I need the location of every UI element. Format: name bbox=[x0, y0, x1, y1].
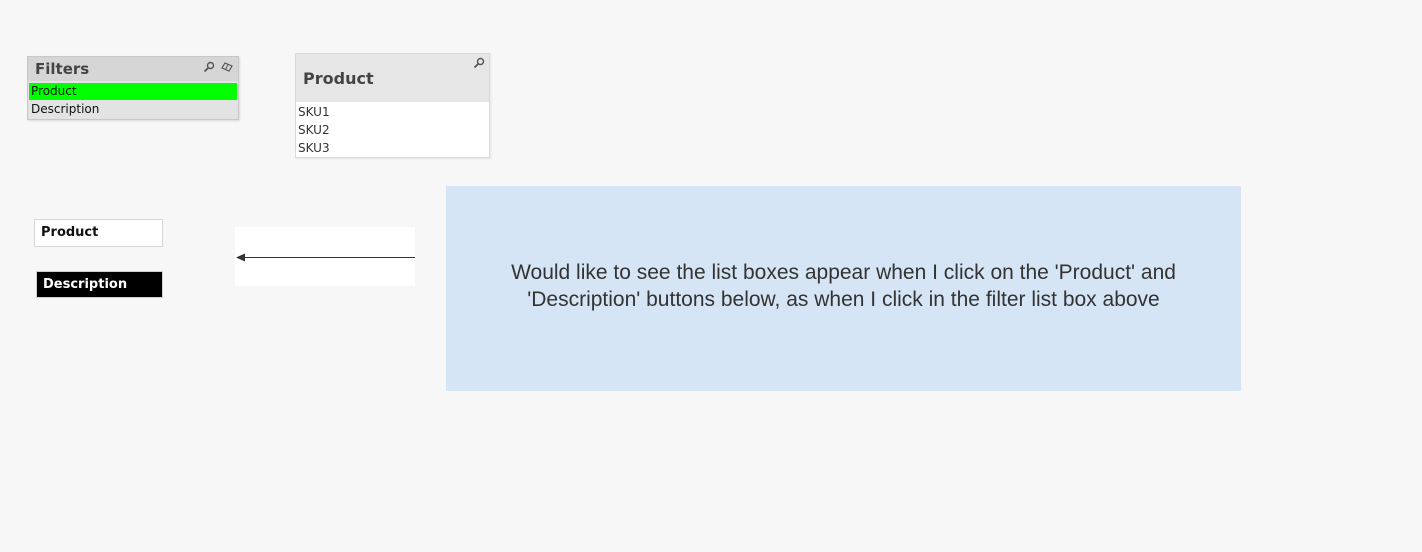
qlikview-sheet: Filters Product Description Product SKU1… bbox=[0, 0, 1422, 552]
left-arrow-icon bbox=[236, 253, 415, 262]
list-item[interactable]: SKU1 bbox=[298, 103, 487, 121]
search-icon[interactable] bbox=[202, 61, 216, 75]
list-item[interactable]: SKU3 bbox=[298, 139, 487, 157]
list-item[interactable]: SKU2 bbox=[298, 121, 487, 139]
description-button[interactable]: Description bbox=[36, 271, 163, 298]
filters-title: Filters bbox=[35, 60, 90, 78]
filters-list: Product Description bbox=[29, 83, 237, 119]
search-icon[interactable] bbox=[472, 57, 486, 71]
product-listbox: Product SKU1 SKU2 SKU3 bbox=[295, 53, 490, 158]
filters-item-product[interactable]: Product bbox=[29, 83, 237, 100]
product-list: SKU1 SKU2 SKU3 bbox=[298, 103, 487, 157]
arrow-line-object bbox=[235, 227, 415, 286]
filters-item-description[interactable]: Description bbox=[29, 101, 237, 118]
filters-item-label: Product bbox=[31, 84, 77, 98]
note-textbox: Would like to see the list boxes appear … bbox=[446, 186, 1241, 391]
product-listbox-title: Product bbox=[303, 69, 374, 88]
filters-item-label: Description bbox=[31, 102, 100, 116]
filters-caption-bar: Filters bbox=[28, 57, 238, 81]
filters-listbox: Filters Product Description bbox=[27, 56, 239, 120]
product-caption-bar: Product bbox=[296, 54, 489, 102]
product-button[interactable]: Product bbox=[34, 219, 163, 247]
note-text: Would like to see the list boxes appear … bbox=[511, 261, 1176, 311]
eraser-icon[interactable] bbox=[220, 61, 234, 75]
